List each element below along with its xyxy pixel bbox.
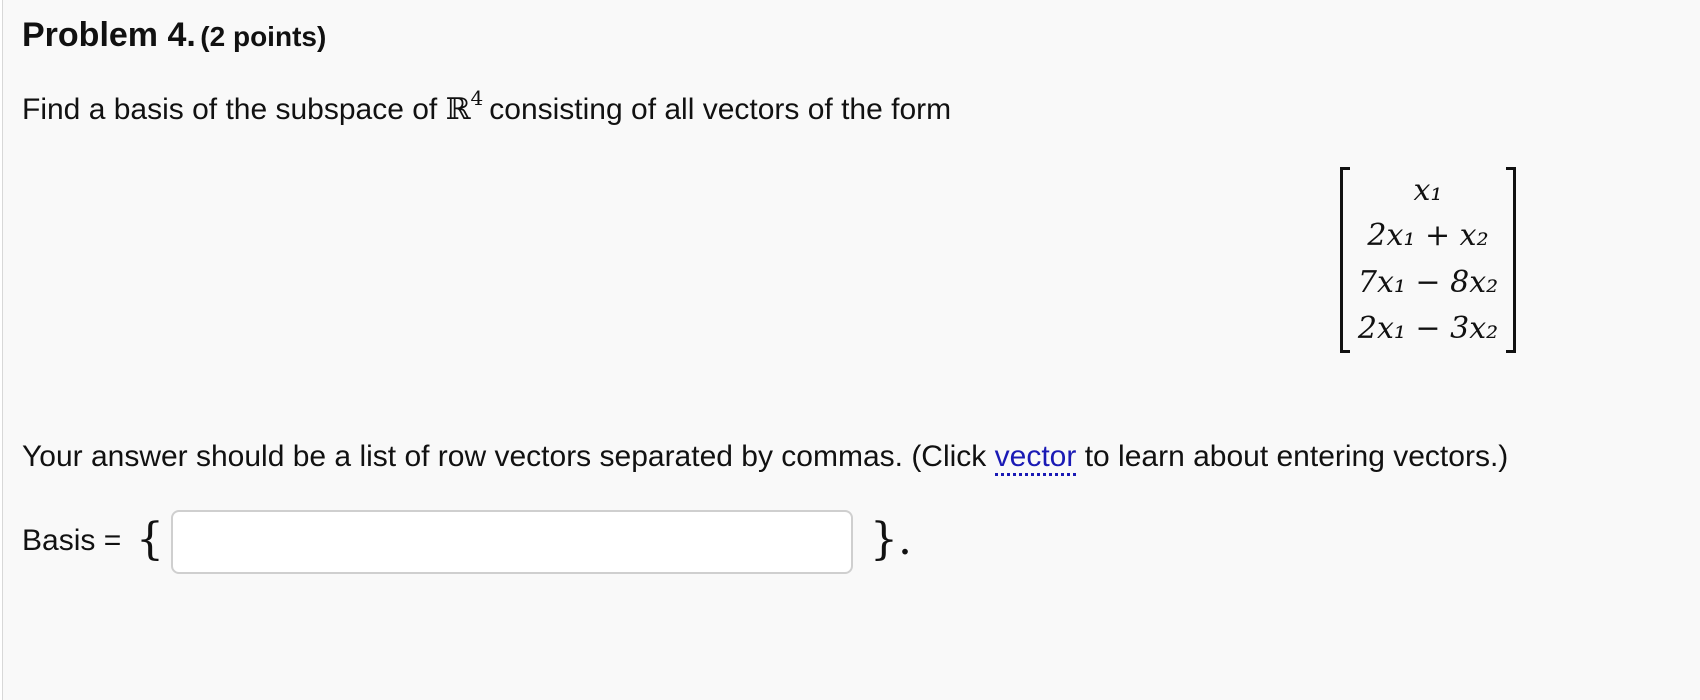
real-space-exponent: 4: [470, 86, 484, 110]
matrix-entry-4: 2x₁ − 3x₂: [1357, 311, 1499, 346]
problem-title: Problem 4.: [22, 16, 196, 54]
basis-label: Basis =: [22, 524, 122, 557]
matrix-entry-2: 2x₁ + x₂: [1367, 218, 1489, 253]
vector-help-link[interactable]: vector: [994, 440, 1077, 476]
statement-text-before: Find a basis of the subspace of: [22, 93, 446, 126]
vector-matrix: x₁ 2x₁ + x₂ 7x₁ − 8x₂ 2x₁ − 3x₂: [1340, 167, 1516, 353]
real-space-symbol: ℝ: [445, 92, 471, 127]
instruction-text-after: to learn about entering vectors.): [1076, 440, 1509, 473]
problem-points: (2 points): [200, 21, 327, 52]
problem-statement: Find a basis of the subspace of ℝ4 consis…: [22, 86, 952, 127]
statement-text-after: consisting of all vectors of the form: [489, 93, 952, 126]
problem-header: Problem 4. (2 points): [22, 16, 326, 55]
matrix-entry-1: x₁: [1413, 173, 1443, 208]
problem-panel: Problem 4. (2 points) Find a basis of th…: [2, 0, 1700, 700]
answer-instruction: Your answer should be a list of row vect…: [22, 440, 1509, 476]
open-brace: {: [136, 514, 164, 565]
close-brace: }.: [870, 514, 912, 565]
basis-answer-input[interactable]: [171, 510, 853, 574]
matrix-entry-3: 7x₁ − 8x₂: [1357, 265, 1499, 300]
instruction-text-before: Your answer should be a list of row vect…: [22, 440, 995, 473]
